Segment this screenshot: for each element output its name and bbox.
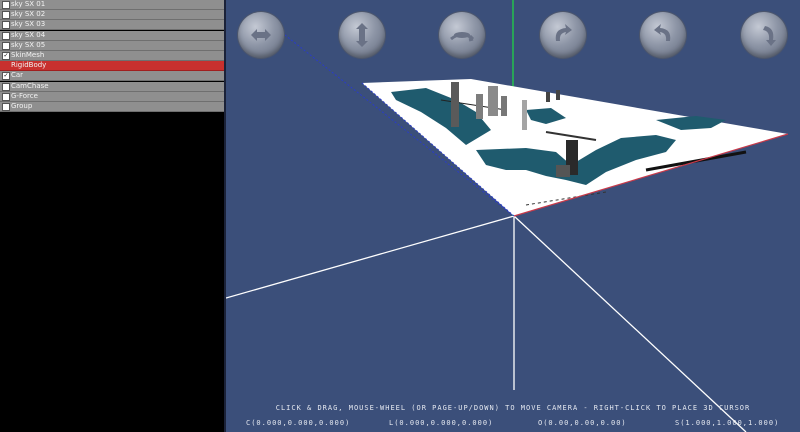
scene-item-label: CamChase <box>11 81 49 90</box>
scene-item[interactable]: sky SX 04 <box>0 30 224 41</box>
pan-vertical-button[interactable] <box>338 12 385 58</box>
checkbox-checked[interactable]: ✓ <box>2 51 10 60</box>
camera-readout: C(0.000,0.000,0.000) <box>246 419 351 427</box>
rotate-cw-icon <box>555 24 572 41</box>
scene-item[interactable]: sky SX 05 <box>0 40 224 51</box>
scene-item[interactable]: G-Force <box>0 91 224 102</box>
scene-item-label: sky SX 05 <box>11 40 46 49</box>
scene-item[interactable]: CamChase <box>0 81 224 92</box>
zoom-button[interactable] <box>740 12 787 58</box>
scene-item-label: sky SX 01 <box>11 0 46 8</box>
checkbox[interactable] <box>2 102 10 111</box>
scene-item-label: sky SX 02 <box>11 10 46 19</box>
rotate-ccw-button[interactable] <box>640 12 686 58</box>
checkbox[interactable] <box>2 92 10 101</box>
checkbox[interactable] <box>2 41 10 50</box>
scene-item-label: sky SX 04 <box>11 30 46 39</box>
scene-item[interactable]: sky SX 02 <box>0 10 224 21</box>
scene-list-panel: sky SX 01 sky SX 02 sky SX 03 sky SX 04 sky … <box>0 0 224 432</box>
scene-item[interactable]: sky SX 03 <box>0 20 224 31</box>
city-map-tile <box>361 79 789 217</box>
pan-horizontal-icon <box>251 29 271 41</box>
checkbox[interactable] <box>2 1 10 9</box>
zoom-icon <box>762 26 776 46</box>
scene-item-label: RigidBody <box>11 61 47 70</box>
rotate-cw-button[interactable] <box>539 12 586 58</box>
checkbox[interactable] <box>2 82 10 91</box>
look-readout: L(0.000,0.000,0.000) <box>389 419 494 427</box>
orientation-readout: O(0.00,0.00,0.00) <box>538 419 627 427</box>
scene-canvas[interactable] <box>226 0 800 432</box>
orbit-icon <box>450 32 475 42</box>
scene-item[interactable]: sky SX 01 <box>0 0 224 10</box>
ground-grid-line <box>513 215 747 432</box>
scene-item[interactable]: RigidBody <box>0 61 224 72</box>
pan-horizontal-button[interactable] <box>238 12 284 58</box>
scene-item-label: Group <box>11 101 33 110</box>
scene-item-label: SkinMesh <box>11 50 45 59</box>
rotate-ccw-icon <box>654 24 671 41</box>
scene-item[interactable]: Group <box>0 101 224 112</box>
scale-readout: S(1.000,1.000,1.000) <box>675 419 780 427</box>
scene-item-label: Car <box>11 71 24 80</box>
viewport-instructions: CLICK & DRAG, MOUSE-WHEEL (OR PAGE-UP/DO… <box>275 404 751 412</box>
scene-item[interactable]: ✓ SkinMesh <box>0 50 224 61</box>
orbit-button[interactable] <box>439 12 485 58</box>
checkbox[interactable] <box>2 11 10 20</box>
scene-item-label: sky SX 03 <box>11 20 46 29</box>
scene-item[interactable]: ✓ Car <box>0 71 224 82</box>
pan-vertical-icon <box>355 23 368 47</box>
3d-viewport[interactable]: CLICK & DRAG, MOUSE-WHEEL (OR PAGE-UP/DO… <box>226 0 800 432</box>
ground-grid-line <box>226 215 515 299</box>
checkbox-checked[interactable]: ✓ <box>2 72 10 81</box>
checkbox[interactable] <box>2 31 10 40</box>
checkbox[interactable] <box>2 21 10 30</box>
scene-item-label: G-Force <box>11 91 38 100</box>
